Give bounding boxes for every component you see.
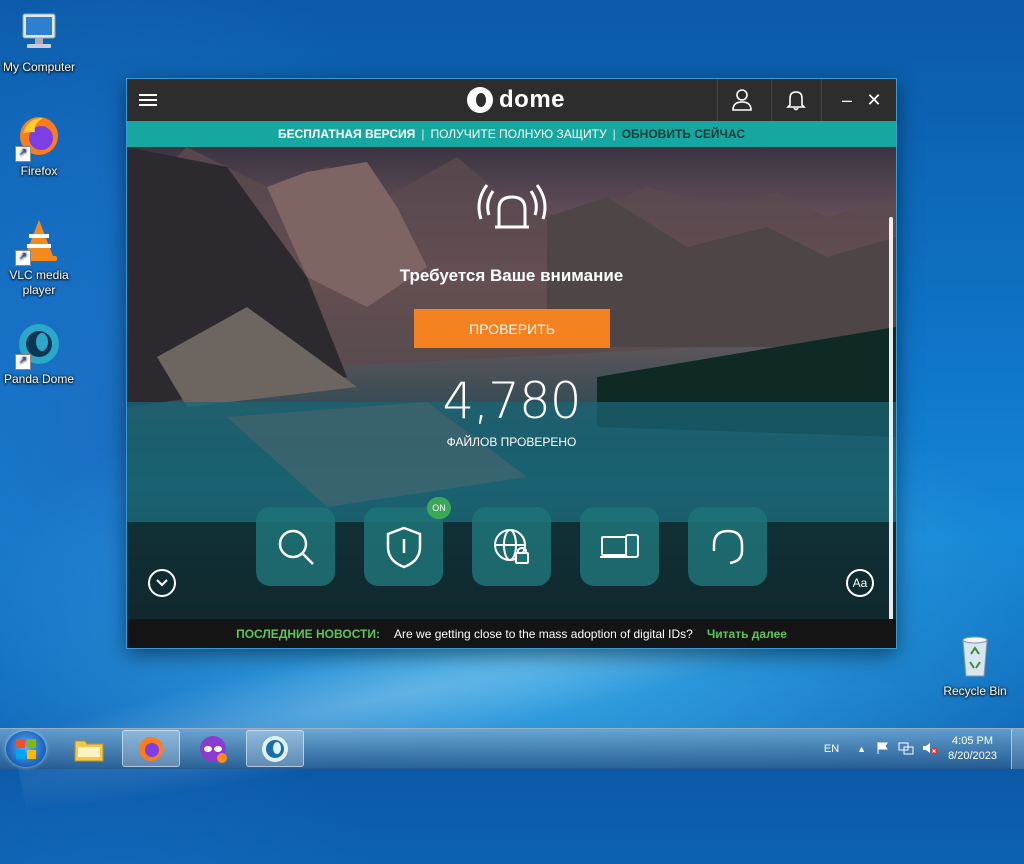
desktop-icon-recycle-bin[interactable]: Recycle Bin bbox=[933, 632, 1017, 699]
read-more-link[interactable]: Читать далее bbox=[707, 627, 787, 641]
devices-tile[interactable] bbox=[580, 507, 659, 586]
volume-muted-icon[interactable] bbox=[922, 741, 938, 758]
news-bar: ПОСЛЕДНИЕ НОВОСТИ: Are we getting close … bbox=[127, 619, 896, 648]
window-controls bbox=[821, 79, 896, 121]
taskbar-explorer[interactable] bbox=[60, 730, 118, 767]
windows-logo-icon bbox=[16, 739, 36, 759]
vlc-cone-icon: ↗ bbox=[15, 216, 63, 266]
app-name: dome bbox=[499, 86, 566, 113]
antivirus-tile[interactable]: ON bbox=[364, 497, 451, 586]
search-icon bbox=[278, 529, 314, 565]
check-button[interactable]: ПРОВЕРИТЬ bbox=[414, 309, 610, 348]
feature-tiles: ON bbox=[256, 497, 767, 586]
web-lock-icon bbox=[493, 528, 529, 564]
language-indicator[interactable]: EN bbox=[824, 743, 839, 755]
shield-icon bbox=[386, 526, 421, 568]
panda-dome-icon bbox=[262, 735, 288, 762]
title-bar: dome – ✕ bbox=[127, 79, 896, 121]
recycle-bin-icon bbox=[951, 632, 999, 680]
start-button[interactable] bbox=[6, 731, 46, 767]
taskbar-app-mask[interactable] bbox=[184, 730, 242, 767]
dashboard-background: Требуется Ваше внимание ПРОВЕРИТЬ 4,780 … bbox=[127, 147, 896, 619]
chevron-down-icon bbox=[156, 579, 168, 587]
desktop-icon-panda-dome[interactable]: ↗ Panda Dome bbox=[0, 320, 81, 387]
desktop-icon-firefox[interactable]: ↗ Firefox bbox=[0, 112, 81, 179]
computer-icon bbox=[15, 8, 63, 56]
show-desktop-button[interactable] bbox=[1011, 729, 1024, 769]
desktop-icon-vlc[interactable]: ↗ VLC media player bbox=[0, 216, 81, 298]
free-version-label: БЕСПЛАТНАЯ ВЕРСИЯ bbox=[277, 127, 416, 141]
web-protection-tile[interactable] bbox=[472, 507, 551, 586]
bell-icon bbox=[786, 91, 806, 111]
taskbar-panda-dome[interactable] bbox=[246, 730, 304, 767]
account-button[interactable] bbox=[717, 79, 766, 121]
clock[interactable]: 4:05 PM 8/20/2023 bbox=[948, 734, 997, 764]
notifications-button[interactable] bbox=[771, 79, 820, 121]
firefox-icon: ↗ bbox=[15, 112, 63, 162]
shortcut-arrow-icon: ↗ bbox=[15, 250, 31, 266]
files-scanned-label: ФАЙЛОВ ПРОВЕРЕНО bbox=[446, 435, 577, 449]
news-label: ПОСЛЕДНИЕ НОВОСТИ: bbox=[236, 626, 381, 641]
promo-bar: БЕСПЛАТНАЯ ВЕРСИЯ | ПОЛУЧИТЕ ПОЛНУЮ ЗАЩИ… bbox=[127, 121, 896, 147]
action-center-flag-icon[interactable] bbox=[876, 741, 890, 758]
upgrade-now-link[interactable]: ОБНОВИТЬ СЕЙЧАС bbox=[622, 127, 745, 141]
shortcut-arrow-icon: ↗ bbox=[15, 146, 31, 162]
separator: | bbox=[421, 127, 425, 141]
network-icon[interactable] bbox=[898, 741, 914, 758]
panda-dome-window: dome – ✕ БЕСПЛАТНАЯ ВЕРСИЯ | ПОЛУЧИТЕ ПО… bbox=[127, 79, 896, 648]
files-scanned-count: 4,780 bbox=[442, 372, 581, 430]
panda-logo-icon bbox=[467, 87, 493, 113]
support-tile[interactable] bbox=[688, 507, 767, 586]
minimize-button[interactable]: – bbox=[838, 91, 856, 109]
panda-dome-icon: ↗ bbox=[15, 320, 63, 370]
mask-app-icon bbox=[200, 735, 227, 763]
clock-date: 8/20/2023 bbox=[948, 750, 997, 762]
desktop-icon-my-computer[interactable]: My Computer bbox=[0, 8, 81, 75]
news-headline[interactable]: Are we getting close to the mass adoptio… bbox=[394, 627, 693, 641]
separator: | bbox=[612, 127, 616, 141]
get-protection-text: ПОЛУЧИТЕ ПОЛНУЮ ЗАЩИТУ bbox=[430, 127, 607, 141]
folder-icon bbox=[74, 740, 104, 761]
headset-icon bbox=[712, 529, 743, 564]
user-icon bbox=[732, 89, 752, 111]
close-button[interactable]: ✕ bbox=[865, 91, 883, 109]
on-status-badge: ON bbox=[427, 497, 451, 519]
clock-time: 4:05 PM bbox=[952, 735, 994, 747]
hamburger-menu-button[interactable] bbox=[139, 91, 157, 109]
system-tray: EN ▲ 4:05 PM 8/20/2023 bbox=[824, 729, 1024, 769]
alarm-alert-icon bbox=[477, 184, 547, 229]
font-size-button[interactable]: Aa bbox=[846, 569, 874, 597]
expand-button[interactable] bbox=[148, 569, 176, 597]
shortcut-arrow-icon: ↗ bbox=[15, 354, 31, 370]
attention-heading: Требуется Ваше внимание bbox=[399, 266, 624, 285]
taskbar: EN ▲ 4:05 PM 8/20/2023 bbox=[0, 728, 1024, 769]
firefox-icon bbox=[139, 736, 163, 761]
app-logo: dome bbox=[467, 86, 566, 113]
show-hidden-icons-button[interactable]: ▲ bbox=[857, 744, 866, 754]
devices-icon bbox=[599, 533, 639, 558]
scan-tile[interactable] bbox=[256, 507, 335, 586]
taskbar-firefox[interactable] bbox=[122, 730, 180, 767]
